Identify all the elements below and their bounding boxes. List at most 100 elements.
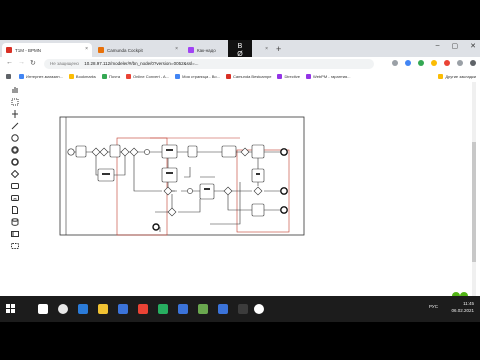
task: [75, 145, 87, 158]
url-input[interactable]: Не защищено 10.28.97.112/modeler/#/bn_no…: [44, 59, 374, 69]
keyboard-language[interactable]: РУС: [429, 304, 438, 309]
scrollbar-thumb[interactable]: [472, 142, 476, 262]
end-event: [280, 187, 288, 195]
close-icon[interactable]: ×: [175, 46, 178, 52]
tab-favicon-icon: [188, 47, 194, 53]
folder-icon: [438, 74, 444, 79]
task: [251, 168, 265, 183]
extension-icons: [392, 60, 480, 66]
folder-icon[interactable]: [98, 304, 108, 314]
taskbar: РУС 11:45 06.02.2021: [0, 296, 480, 322]
tab-favicon-icon: [98, 47, 104, 53]
extension-icon[interactable]: [431, 60, 437, 66]
bookmark-item[interactable]: Интернет-магазин...: [19, 74, 63, 79]
taskbar-app-icon[interactable]: [118, 304, 128, 314]
close-window-icon[interactable]: ✕: [470, 42, 476, 50]
task: [199, 183, 215, 200]
bookmark-item[interactable]: Bookmarks: [68, 74, 96, 79]
task: [187, 145, 198, 158]
taskbar-app-icon[interactable]: [198, 304, 208, 314]
end-event: [280, 148, 288, 156]
end-event: [152, 223, 160, 231]
gateway: [240, 147, 250, 157]
bookmark-item[interactable]: Directive: [277, 74, 300, 79]
screen: T1M - BPMN × Camunda Cockpit × Как-надо …: [0, 40, 480, 318]
start-event: [67, 148, 75, 156]
bookmark-item[interactable]: Online Convert - A...: [126, 74, 169, 79]
bookmark-item[interactable]: Почта: [101, 74, 120, 79]
tab-favicon-icon: [6, 47, 12, 53]
bookmark-icon: [68, 74, 74, 79]
windows-start-icon[interactable]: [6, 304, 15, 313]
bookmark-icon: [101, 74, 107, 79]
bookmark-icon: [277, 74, 283, 79]
taskbar-app-icon[interactable]: [38, 304, 48, 314]
task: [221, 145, 237, 158]
bookmark-icon: [126, 74, 132, 79]
star-icon[interactable]: [392, 60, 398, 66]
clock-time: 11:45: [463, 301, 474, 306]
maximize-icon[interactable]: ▢: [452, 42, 459, 50]
back-icon[interactable]: ←: [6, 59, 13, 66]
taskbar-app-icon[interactable]: [238, 304, 248, 314]
tab-label: Как-надо: [197, 47, 216, 53]
taskbar-app-icon[interactable]: [158, 304, 168, 314]
gateway: [120, 147, 130, 157]
bpmn-diagram: [59, 116, 305, 236]
other-bookmarks[interactable]: Другие закладки: [438, 74, 476, 79]
extension-icon[interactable]: [457, 60, 463, 66]
window-controls: – ▢ ✕: [436, 42, 476, 50]
extension-icon[interactable]: [444, 60, 450, 66]
tab-camunda-cockpit[interactable]: Camunda Cockpit ×: [94, 43, 182, 57]
clock-date: 06.02.2021: [451, 308, 474, 313]
url-text: 10.28.97.112/modeler/#/bn_node/0?version…: [84, 61, 199, 66]
bookmark-icon: [306, 74, 311, 79]
task: [109, 144, 121, 158]
bookmark-item[interactable]: WebPM - гарантия...: [306, 74, 351, 79]
intermediate-event: [187, 188, 193, 194]
bookmark-icon: [19, 74, 24, 79]
profile-avatar[interactable]: [470, 60, 476, 66]
new-tab-button[interactable]: +: [276, 44, 281, 54]
minimize-icon[interactable]: –: [436, 42, 440, 50]
extension-icon[interactable]: [418, 60, 424, 66]
bookmark-icon: [225, 74, 231, 79]
gateway: [91, 147, 101, 157]
extension-icon[interactable]: [405, 60, 411, 66]
task: [161, 144, 178, 159]
address-bar: ← → ↻ Не защищено 10.28.97.112/modeler/#…: [0, 57, 480, 72]
taskbar-app-icon[interactable]: [138, 304, 148, 314]
tab-label: T1M - BPMN: [15, 47, 42, 53]
gateway: [223, 186, 233, 196]
gateway: [99, 147, 109, 157]
taskbar-app-icon[interactable]: [218, 304, 228, 314]
taskbar-app-icon[interactable]: [178, 304, 188, 314]
bpmn-canvas[interactable]: [0, 82, 480, 318]
gateway: [253, 186, 263, 196]
task: [161, 167, 178, 183]
taskbar-app-icon[interactable]: [78, 304, 88, 314]
apps-icon[interactable]: [6, 74, 13, 79]
reload-icon[interactable]: ↻: [30, 59, 36, 67]
forward-icon[interactable]: →: [18, 59, 25, 66]
tab-bpmn[interactable]: T1M - BPMN ×: [2, 43, 92, 57]
close-icon[interactable]: ×: [265, 46, 268, 52]
bookmark-item[interactable]: Моя страница - Во...: [175, 74, 220, 79]
vertical-scrollbar[interactable]: [472, 82, 476, 318]
end-event: [280, 206, 288, 214]
bookmark-icon: [175, 74, 181, 79]
taskbar-app-icon[interactable]: [254, 304, 264, 314]
pool: [59, 116, 305, 236]
gateway: [167, 207, 177, 217]
task: [251, 144, 265, 159]
close-icon[interactable]: ×: [85, 46, 88, 52]
system-clock[interactable]: 11:45 06.02.2021: [451, 300, 474, 314]
intermediate-event: [144, 149, 150, 155]
tab-label: Camunda Cockpit: [107, 47, 143, 53]
gateway: [129, 147, 139, 157]
bookmark-item[interactable]: Camunda Bestcampe: [225, 74, 271, 79]
chrome-icon[interactable]: [58, 304, 68, 314]
gateway: [163, 186, 173, 196]
task: [251, 203, 265, 217]
security-indicator[interactable]: Не защищено: [50, 61, 79, 66]
